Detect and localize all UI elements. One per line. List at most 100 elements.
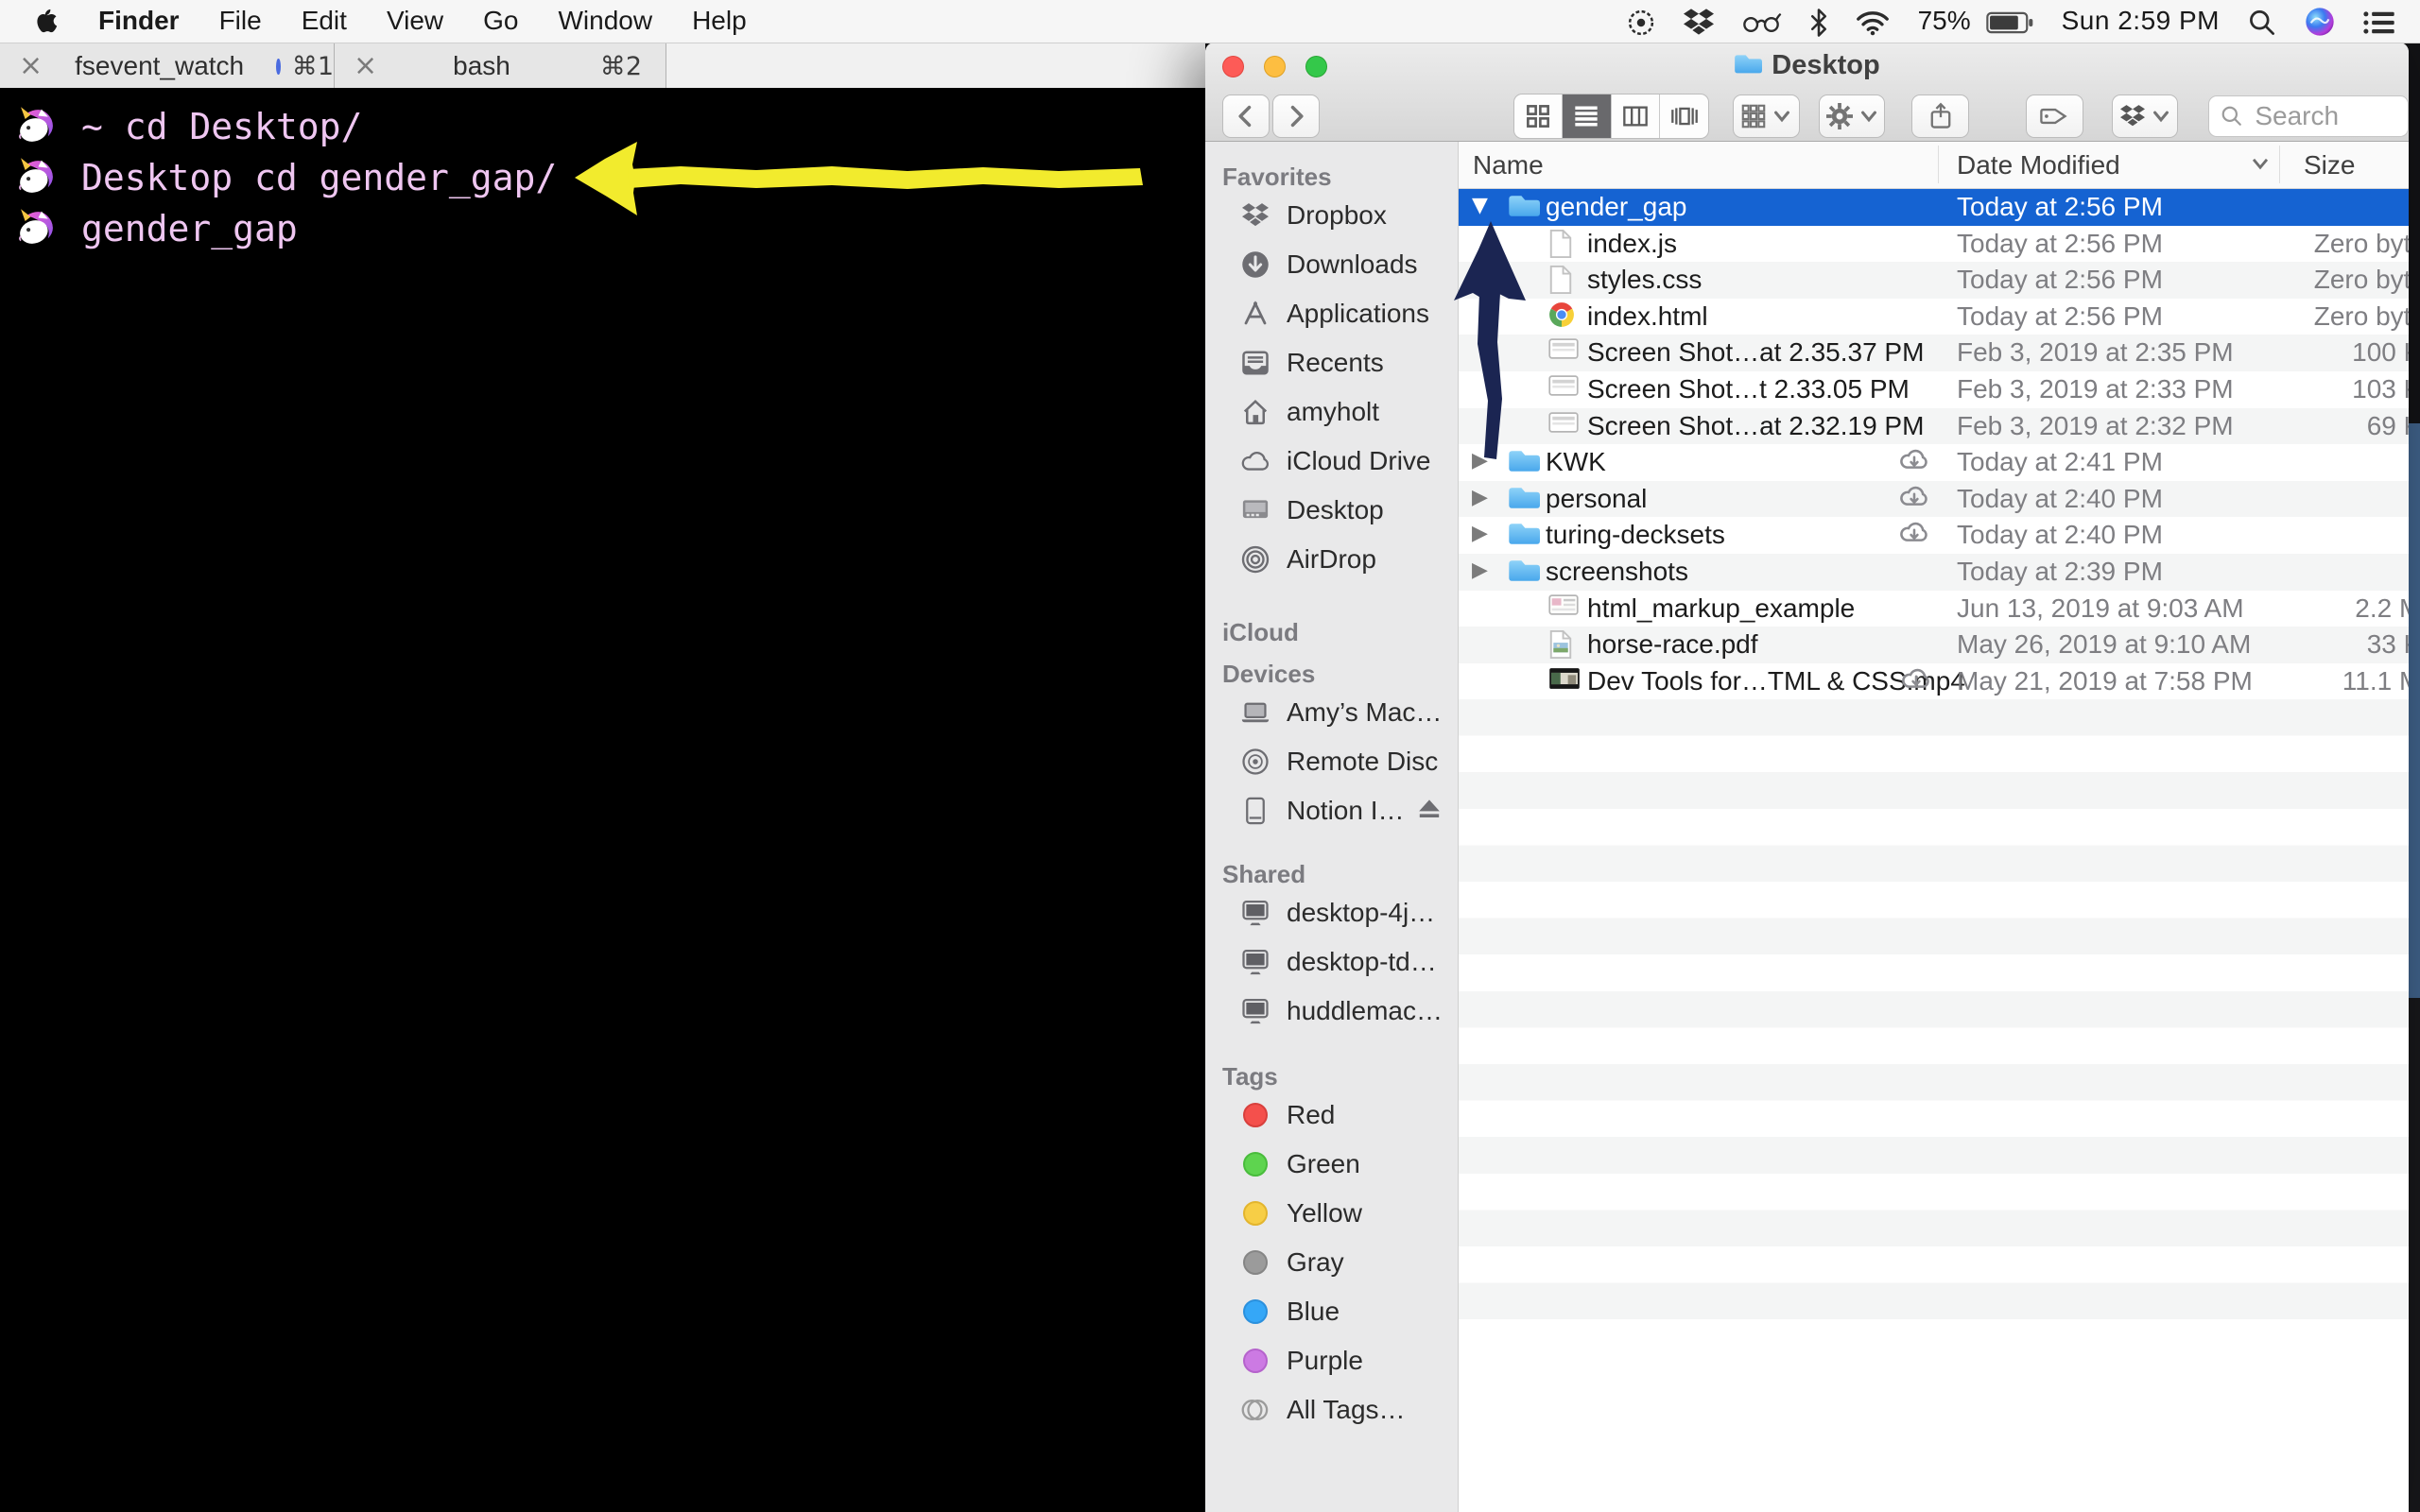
tab-close-icon[interactable]: × [19, 49, 43, 82]
sidebar-item-amyholt-home[interactable]: amyholt [1205, 387, 1458, 437]
sidebar-item-recents[interactable]: Recents [1205, 338, 1458, 387]
file-row-kwk[interactable]: ▶ KWK Today at 2:41 PM [1459, 444, 2409, 481]
unicorn-emoji-icon [19, 158, 53, 193]
menu-item-edit[interactable]: Edit [302, 6, 347, 36]
blue-folder-icon [1509, 196, 1540, 216]
desktop-icon [1239, 494, 1271, 526]
column-header-name[interactable]: Name [1473, 150, 1544, 180]
sidebar-item-desktop-4j[interactable]: desktop-4j… [1205, 888, 1458, 937]
sidebar-tag-gray[interactable]: Gray [1205, 1238, 1458, 1287]
file-row-screenshots[interactable]: ▶ screenshots Today at 2:39 PM [1459, 553, 2409, 591]
sidebar-item-applications[interactable]: Applications [1205, 289, 1458, 338]
icon-view-button[interactable] [1514, 94, 1564, 138]
apple-menu[interactable] [36, 6, 60, 37]
file-row-index-js[interactable]: index.js Today at 2:56 PM Zero bytes [1459, 226, 2409, 263]
empty-list-stripes [1459, 699, 2409, 1326]
menu-item-help[interactable]: Help [692, 6, 747, 36]
wifi-icon[interactable] [1856, 6, 1890, 36]
sidebar-all-tags[interactable]: All Tags… [1205, 1385, 1458, 1435]
sidebar-section-devices: Devices [1222, 660, 1316, 688]
file-row-dev-tools-mp4[interactable]: Dev Tools for…TML & CSS.mp4 May 21, 2019… [1459, 663, 2409, 700]
menu-item-window[interactable]: Window [558, 6, 652, 36]
sidebar-tag-red[interactable]: Red [1205, 1091, 1458, 1140]
file-row-turing-decksets[interactable]: ▶ turing-decksets Today at 2:40 PM [1459, 517, 2409, 554]
tab-title: fsevent_watch [75, 51, 245, 80]
disclosure-closed-icon[interactable]: ▶ [1472, 558, 1496, 582]
sidebar-item-notion[interactable]: Notion I… [1205, 786, 1458, 835]
file-row-index-html[interactable]: index.html Today at 2:56 PM Zero bytes [1459, 299, 2409, 335]
group-by-button[interactable] [1733, 94, 1800, 138]
disclosure-closed-icon[interactable]: ▶ [1472, 522, 1496, 545]
terminal-content[interactable]: ~ cd Desktop/ Desktop cd gender_gap/ gen… [0, 88, 1205, 1512]
share-button[interactable] [1911, 94, 1970, 138]
sidebar-tag-yellow[interactable]: Yellow [1205, 1189, 1458, 1238]
sidebar-section-tags: Tags [1222, 1062, 1278, 1091]
dropbox-menu-button[interactable] [2111, 94, 2179, 138]
sidebar-item-remote-disc[interactable]: Remote Disc [1205, 737, 1458, 786]
back-button[interactable] [1222, 94, 1270, 138]
yellow-arrow-annotation [575, 142, 1143, 215]
file-row-screenshot-1[interactable]: Screen Shot…at 2.35.37 PM Feb 3, 2019 at… [1459, 335, 2409, 371]
menu-item-go[interactable]: Go [483, 6, 518, 36]
terminal-command-text: ~ cd Desktop/ [81, 106, 363, 147]
bluetooth-icon[interactable] [1810, 6, 1827, 37]
battery-icon[interactable] [1985, 6, 2033, 36]
file-row-gender-gap[interactable]: ▼ gender_gap Today at 2:56 PM [1459, 189, 2409, 226]
yellow-tag-icon [1243, 1201, 1268, 1226]
spotlight-search-icon[interactable] [2248, 6, 2276, 37]
terminal-command-text: gender_gap [81, 208, 298, 249]
file-row-screenshot-2[interactable]: Screen Shot…t 2.33.05 PM Feb 3, 2019 at … [1459, 371, 2409, 408]
notification-list-icon[interactable] [2363, 6, 2395, 36]
glasses-icon[interactable] [1742, 6, 1782, 36]
tag-button[interactable] [2026, 94, 2083, 138]
sidebar-tag-green[interactable]: Green [1205, 1140, 1458, 1189]
search-input[interactable] [2253, 99, 2399, 132]
menubar-clock[interactable]: Sun 2:59 PM [2062, 6, 2220, 36]
display-icon [1239, 897, 1271, 929]
sidebar-item-icloud-drive[interactable]: iCloud Drive [1205, 437, 1458, 486]
gear-icon [1825, 102, 1853, 129]
cloud-icon [1239, 445, 1271, 477]
terminal-tab-bash[interactable]: × bash ⌘2 [335, 43, 666, 89]
file-row-personal[interactable]: ▶ personal Today at 2:40 PM [1459, 480, 2409, 518]
search-field[interactable] [2208, 94, 2409, 137]
list-view-button[interactable] [1563, 94, 1612, 138]
dropbox-icon[interactable] [1683, 6, 1714, 37]
file-row-html-markup-example[interactable]: html_markup_example Jun 13, 2019 at 9:03… [1459, 591, 2409, 627]
menu-item-file[interactable]: File [219, 6, 262, 36]
coverflow-view-button[interactable] [1660, 94, 1708, 138]
column-header-date-modified[interactable]: Date Modified [1957, 150, 2120, 180]
video-thumbnail-icon [1549, 667, 1580, 689]
sidebar-item-dropbox[interactable]: Dropbox [1205, 191, 1458, 240]
action-gear-button[interactable] [1818, 94, 1886, 138]
sidebar-tag-blue[interactable]: Blue [1205, 1287, 1458, 1336]
sidebar-item-desktop-td[interactable]: desktop-td… [1205, 937, 1458, 987]
cloud-download-icon [1902, 668, 1929, 688]
chevron-down-icon [1774, 111, 1790, 122]
sidebar-item-amys-mac[interactable]: Amy’s Mac… [1205, 688, 1458, 737]
screenshot-thumbnail-icon [1548, 411, 1579, 433]
sidebar-item-desktop[interactable]: Desktop [1205, 486, 1458, 535]
sidebar-item-downloads[interactable]: Downloads [1205, 240, 1458, 289]
record-icon[interactable] [1627, 6, 1655, 37]
eject-icon[interactable] [1418, 796, 1441, 826]
file-row-screenshot-3[interactable]: Screen Shot…at 2.32.19 PM Feb 3, 2019 at… [1459, 407, 2409, 445]
terminal-tab-fsevent-watch[interactable]: × fsevent_watch ⌘1 [0, 43, 335, 89]
siri-icon[interactable] [2305, 6, 2335, 38]
sidebar-item-airdrop[interactable]: AirDrop [1205, 535, 1458, 584]
disclosure-closed-icon[interactable]: ▶ [1472, 486, 1496, 509]
column-view-button[interactable] [1612, 94, 1660, 138]
sidebar-item-huddlemac[interactable]: huddlemac… [1205, 987, 1458, 1036]
forward-button[interactable] [1272, 94, 1320, 138]
blue-folder-icon [1509, 560, 1540, 581]
disclosure-open-icon[interactable]: ▼ [1472, 194, 1496, 217]
column-header-size[interactable]: Size [2304, 150, 2355, 180]
tab-title: bash [453, 51, 510, 80]
file-row-horse-race-pdf[interactable]: horse-race.pdf May 26, 2019 at 9:10 AM 3… [1459, 627, 2409, 663]
menu-item-view[interactable]: View [387, 6, 443, 36]
tab-close-icon[interactable]: × [354, 49, 377, 82]
finder-titlebar[interactable]: Desktop [1205, 43, 2409, 142]
file-row-styles-css[interactable]: styles.css Today at 2:56 PM Zero bytes [1459, 262, 2409, 299]
menu-item-finder[interactable]: Finder [98, 6, 180, 36]
sidebar-tag-purple[interactable]: Purple [1205, 1336, 1458, 1385]
